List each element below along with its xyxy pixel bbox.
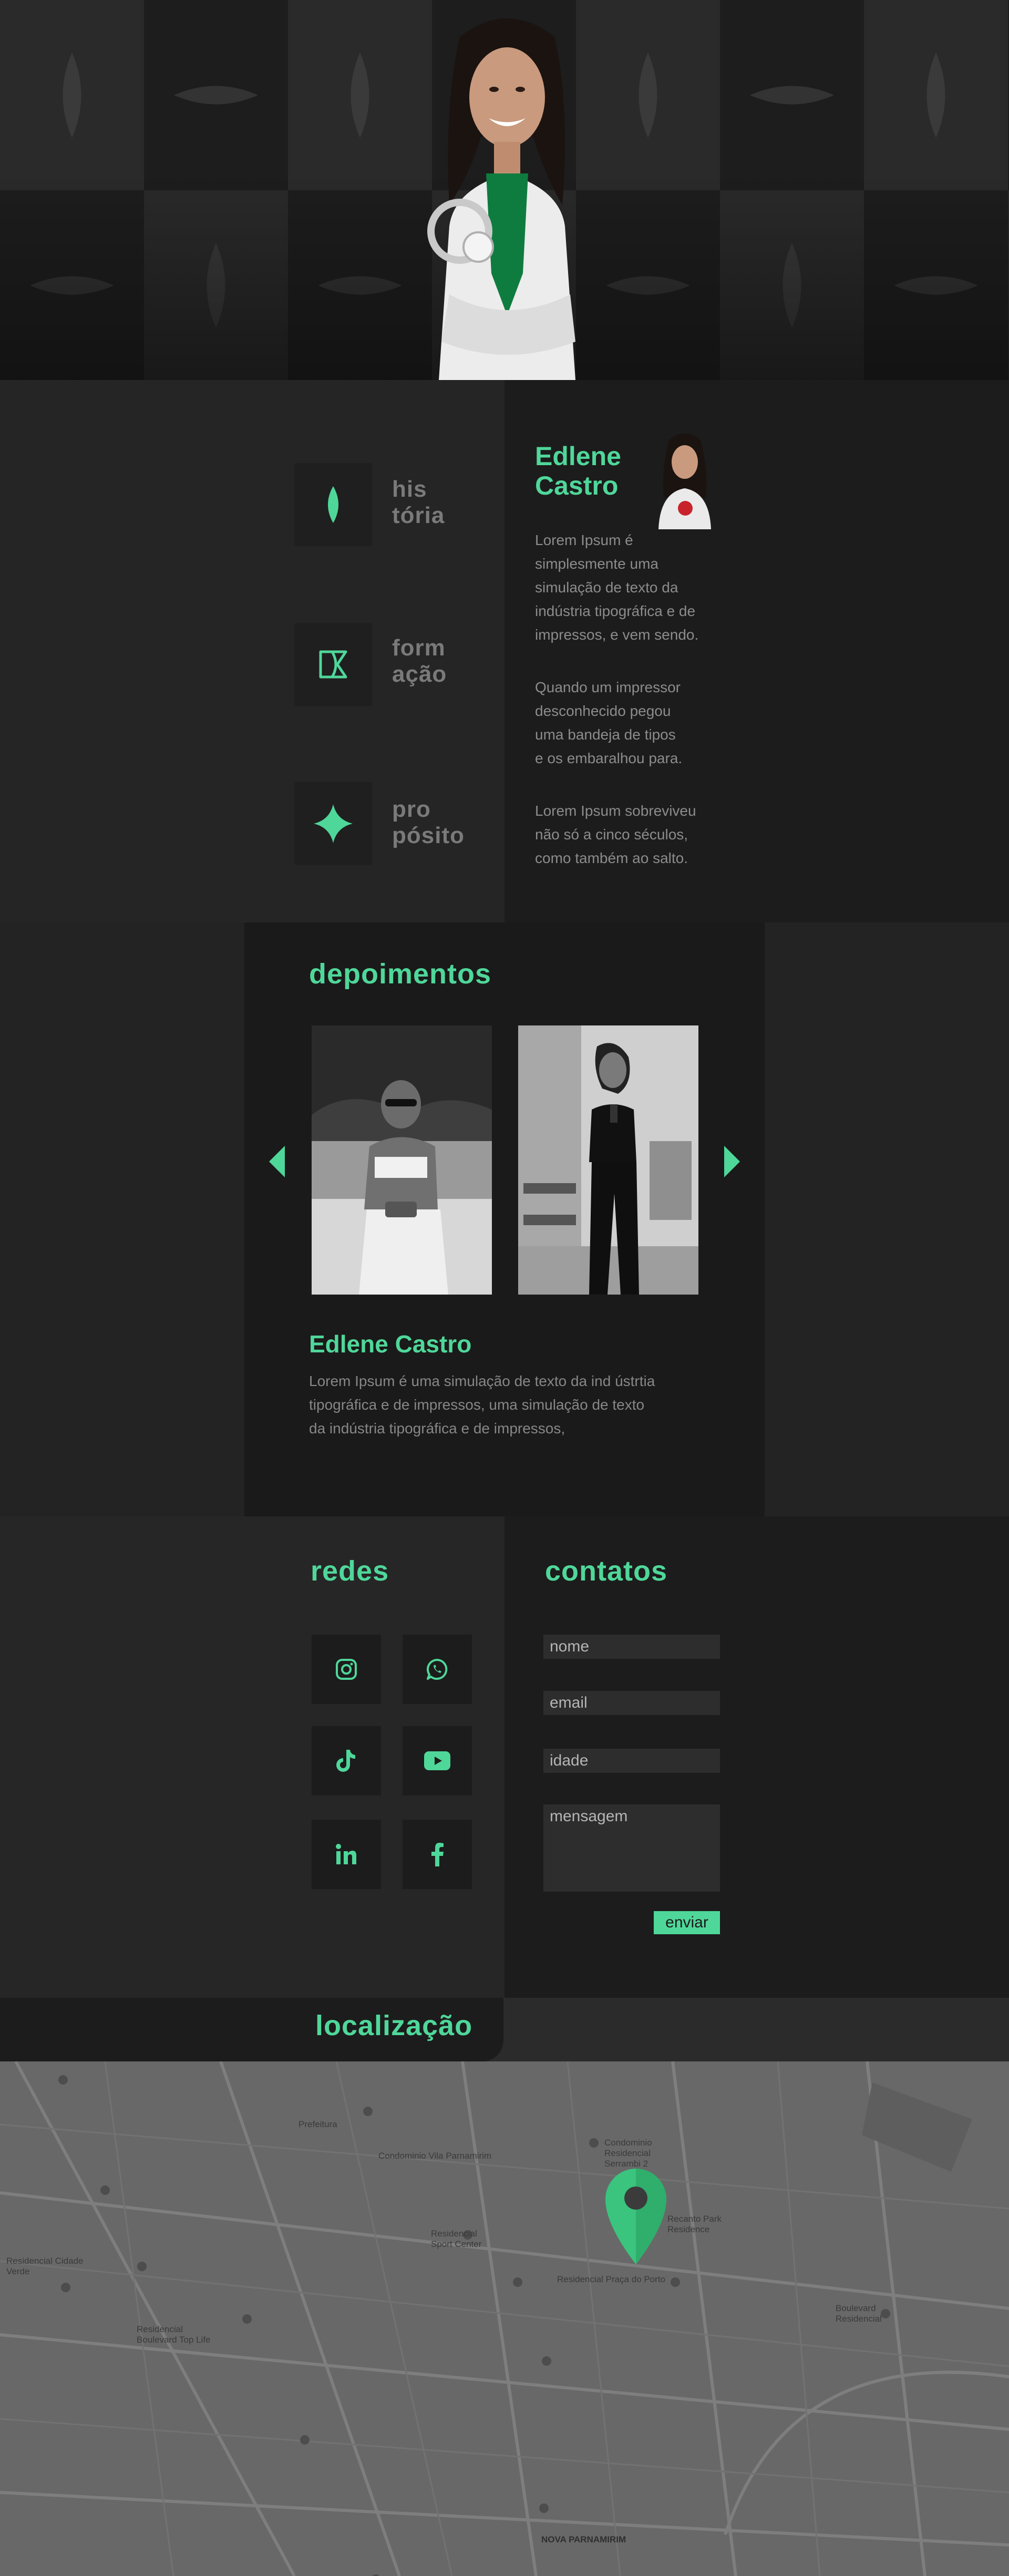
hero-portrait	[427, 18, 575, 380]
linkedin-icon	[336, 1844, 356, 1864]
instagram-icon	[336, 1659, 357, 1680]
map-label: Residencial Sport Center	[431, 2229, 482, 2249]
message-field[interactable]: mensagem	[543, 1804, 720, 1892]
whatsapp-button[interactable]	[403, 1635, 472, 1704]
history-label: his tória	[392, 476, 445, 528]
map-label: Residencial Praça do Porto	[557, 2274, 666, 2284]
bio-paragraph-3: Lorem Ipsum sobreviveu não só a cinco séc…	[535, 803, 696, 866]
map-label: Residencial Boulevard Top Life	[137, 2324, 211, 2345]
map-label: NOVA PARNAMIRIM	[541, 2534, 626, 2544]
location-pin-icon[interactable]	[602, 2167, 670, 2266]
whatsapp-icon	[426, 1658, 448, 1680]
bio-paragraph-2: Quando um impressor desconhecido pegou uma…	[535, 679, 683, 766]
purpose-label: pro pósito	[392, 796, 465, 848]
map[interactable]: Prefeitura Condominio Vila Parnamirim Co…	[0, 2061, 1009, 2576]
facebook-button[interactable]	[403, 1820, 472, 1889]
social-title: redes	[311, 1555, 389, 1587]
next-arrow-icon[interactable]	[721, 1146, 742, 1177]
age-field[interactable]: idade	[543, 1749, 720, 1773]
testimonial-photo-2	[518, 1025, 698, 1295]
book-icon	[319, 650, 347, 679]
testimonial-name: Edlene Castro	[309, 1330, 472, 1358]
bio-name: Edlene Castro	[535, 442, 621, 500]
map-label: Boulevard Residencial	[836, 2303, 882, 2324]
testimonials-title: depoimentos	[309, 958, 492, 990]
history-feature-box[interactable]	[294, 463, 372, 546]
bio-paragraph-1: Lorem Ipsum é simplesmente uma simulação d…	[535, 532, 699, 643]
education-label: form ação	[392, 635, 447, 687]
linkedin-button[interactable]	[312, 1820, 381, 1889]
testimonial-photo-1	[312, 1025, 492, 1295]
map-label: Condominio Residencial Serrambi 2	[604, 2138, 652, 2169]
testimonial-text: Lorem Ipsum é uma simulação de texto da …	[309, 1373, 655, 1436]
contact-title: contatos	[545, 1555, 668, 1587]
about-features-panel: his tória form ação pro pósito	[0, 380, 504, 922]
email-field[interactable]: email	[543, 1691, 720, 1715]
instagram-button[interactable]	[312, 1635, 381, 1704]
sparkle-icon	[314, 804, 353, 843]
facebook-icon	[431, 1843, 444, 1866]
send-button[interactable]: enviar	[654, 1911, 720, 1934]
map-label: Prefeitura	[298, 2119, 337, 2129]
map-label: Condominio Vila Parnamirim	[378, 2151, 492, 2161]
map-label: Residencial Cidade Verde	[6, 2256, 84, 2276]
youtube-button[interactable]	[403, 1726, 472, 1795]
purpose-feature-box[interactable]	[294, 782, 372, 865]
avatar	[658, 433, 711, 529]
map-label: Recanto Park Residence	[667, 2214, 722, 2234]
education-feature-box[interactable]	[294, 623, 372, 706]
leaf-icon	[328, 486, 338, 523]
youtube-icon	[424, 1751, 450, 1770]
name-field[interactable]: nome	[543, 1635, 720, 1659]
prev-arrow-icon[interactable]	[267, 1146, 288, 1177]
location-title: localização	[315, 2010, 473, 2041]
tiktok-button[interactable]	[312, 1726, 381, 1795]
hero-section	[0, 0, 1009, 380]
tiktok-icon	[336, 1750, 355, 1772]
